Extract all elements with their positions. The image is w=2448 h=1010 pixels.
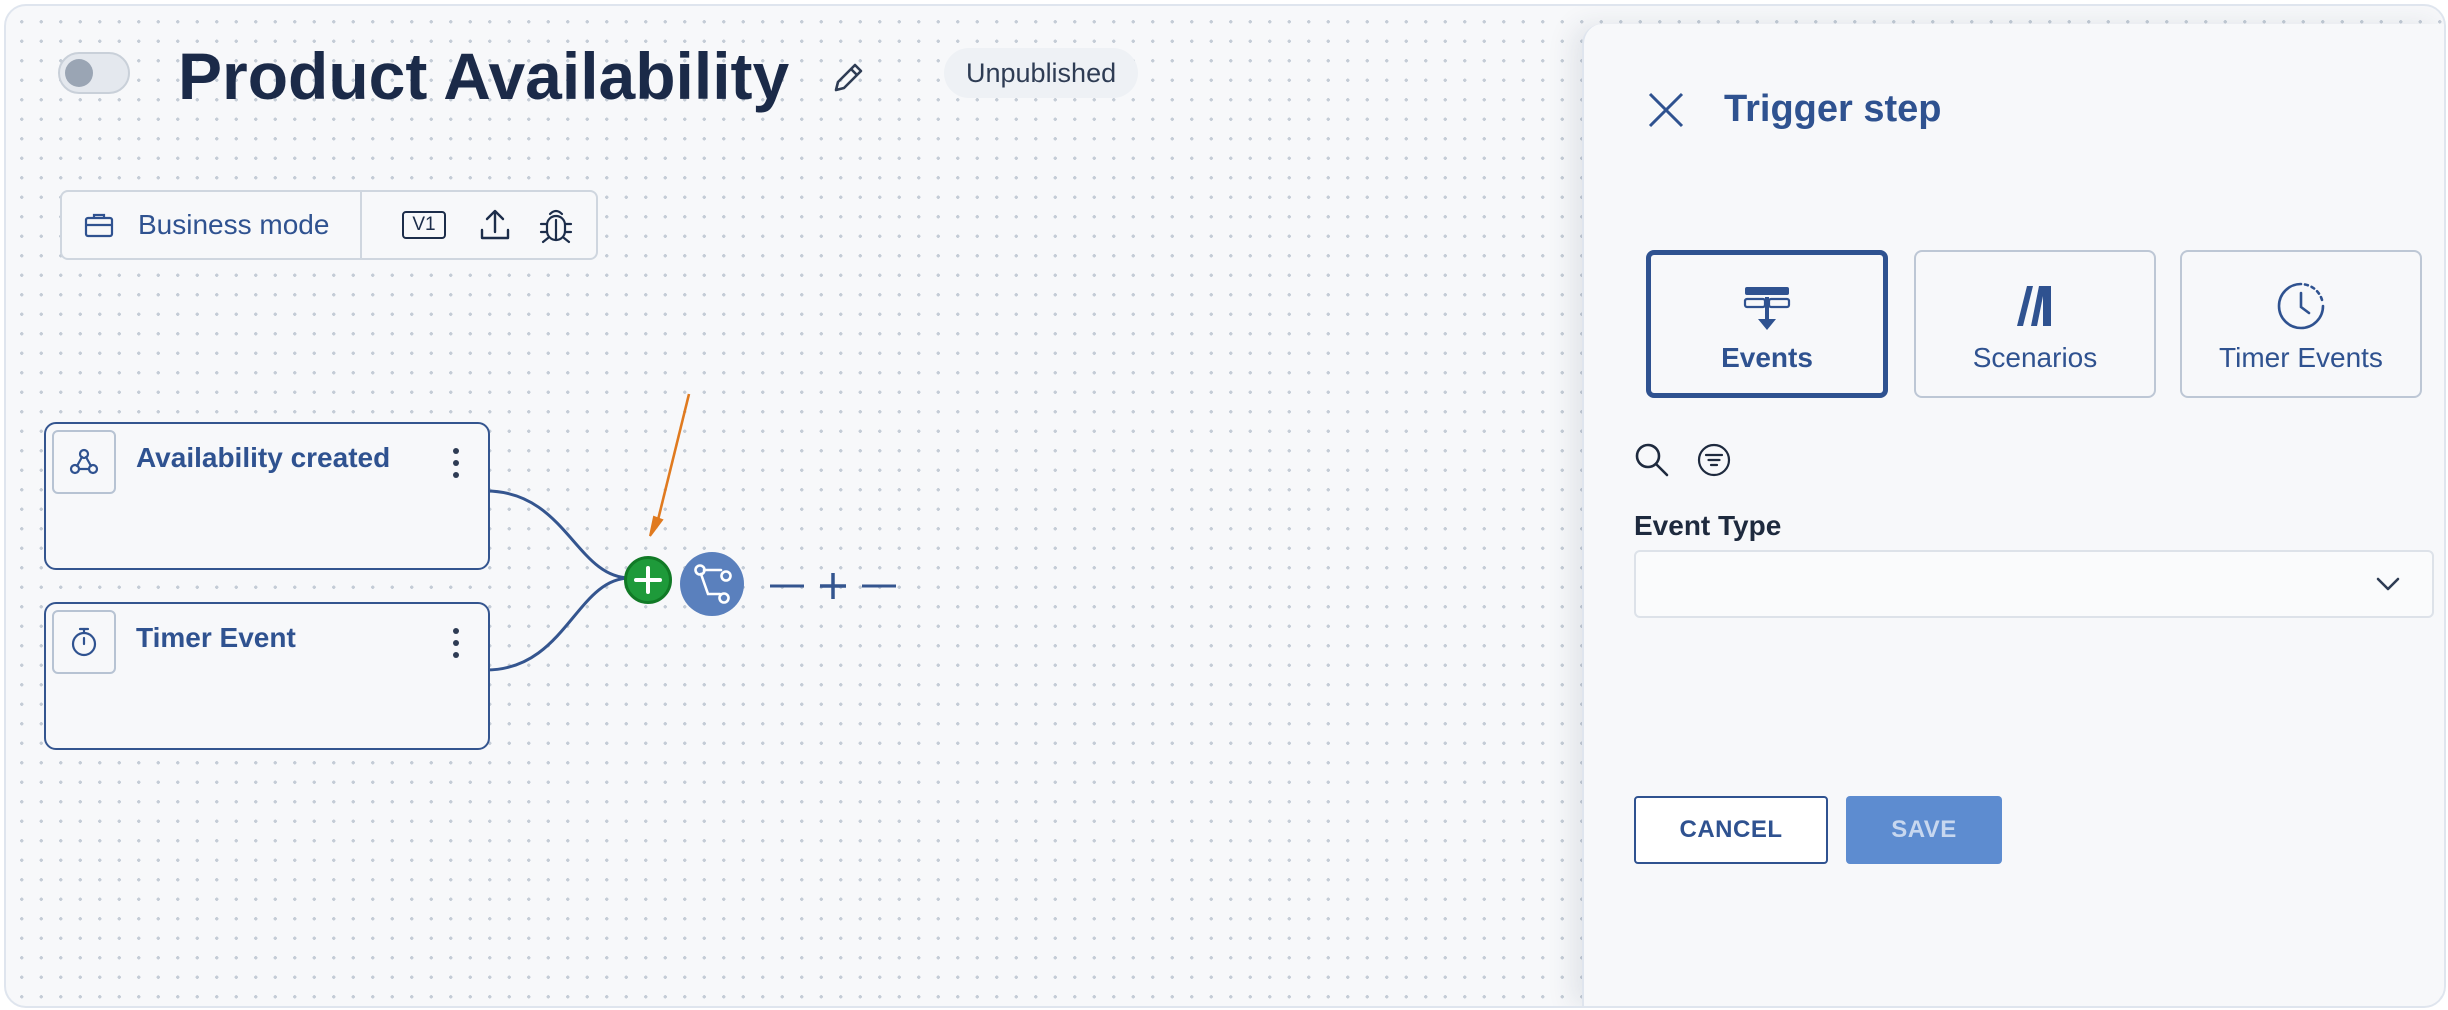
webhook-icon (69, 448, 99, 475)
trigger-type-scenarios[interactable]: Scenarios (1914, 250, 2156, 398)
events-icon (1743, 287, 1791, 330)
card-label: Timer Events (2219, 342, 2383, 373)
toggle-knob (65, 59, 93, 87)
upload-icon[interactable] (478, 208, 512, 242)
page-title: Product Availability (178, 39, 790, 113)
add-step-connector[interactable] (768, 570, 898, 602)
node-title: Availability created (136, 442, 391, 473)
chevron-down-icon (2376, 577, 2400, 591)
event-type-select[interactable] (1634, 550, 2434, 618)
scenarios-icon (2017, 286, 2051, 326)
card-label: Events (1721, 342, 1813, 373)
close-icon[interactable] (1646, 90, 1686, 130)
business-mode-button[interactable]: Business mode (62, 192, 362, 258)
status-badge: Unpublished (944, 48, 1139, 98)
search-icon[interactable] (1634, 442, 1670, 478)
filter-icon[interactable] (1696, 442, 1732, 478)
event-type-label: Event Type (1634, 510, 1782, 541)
merge-node[interactable] (680, 552, 744, 616)
pencil-icon[interactable] (828, 58, 868, 98)
kebab-menu-icon[interactable] (446, 446, 466, 480)
timer-icon (2277, 282, 2325, 330)
node-title: Timer Event (136, 622, 296, 653)
briefcase-icon (84, 213, 114, 238)
trigger-node-availability-created[interactable]: Availability created (44, 422, 490, 570)
bug-icon[interactable] (538, 206, 574, 244)
version-icon[interactable]: V1 (402, 211, 446, 239)
stopwatch-icon (71, 627, 97, 657)
workflow-canvas[interactable]: Product Availability Unpublished Busines… (4, 4, 2446, 1008)
save-button[interactable]: SAVE (1846, 796, 2002, 864)
card-label: Scenarios (1972, 342, 2098, 373)
trigger-step-panel: Trigger step Events Scenarios Timer Even… (1582, 24, 2444, 1006)
branch-icon (694, 564, 732, 604)
kebab-menu-icon[interactable] (446, 626, 466, 660)
cancel-button[interactable]: CANCEL (1634, 796, 1828, 864)
business-mode-label: Business mode (138, 209, 330, 240)
canvas-toolbar: Business mode V1 (60, 190, 598, 260)
panel-title: Trigger step (1724, 88, 1942, 130)
enable-toggle[interactable] (58, 52, 130, 94)
trigger-node-timer-event[interactable]: Timer Event (44, 602, 490, 750)
trigger-type-timer-events[interactable]: Timer Events (2180, 250, 2422, 398)
trigger-type-events[interactable]: Events (1646, 250, 1888, 398)
plus-icon (634, 566, 662, 594)
add-trigger-button[interactable] (624, 556, 672, 604)
